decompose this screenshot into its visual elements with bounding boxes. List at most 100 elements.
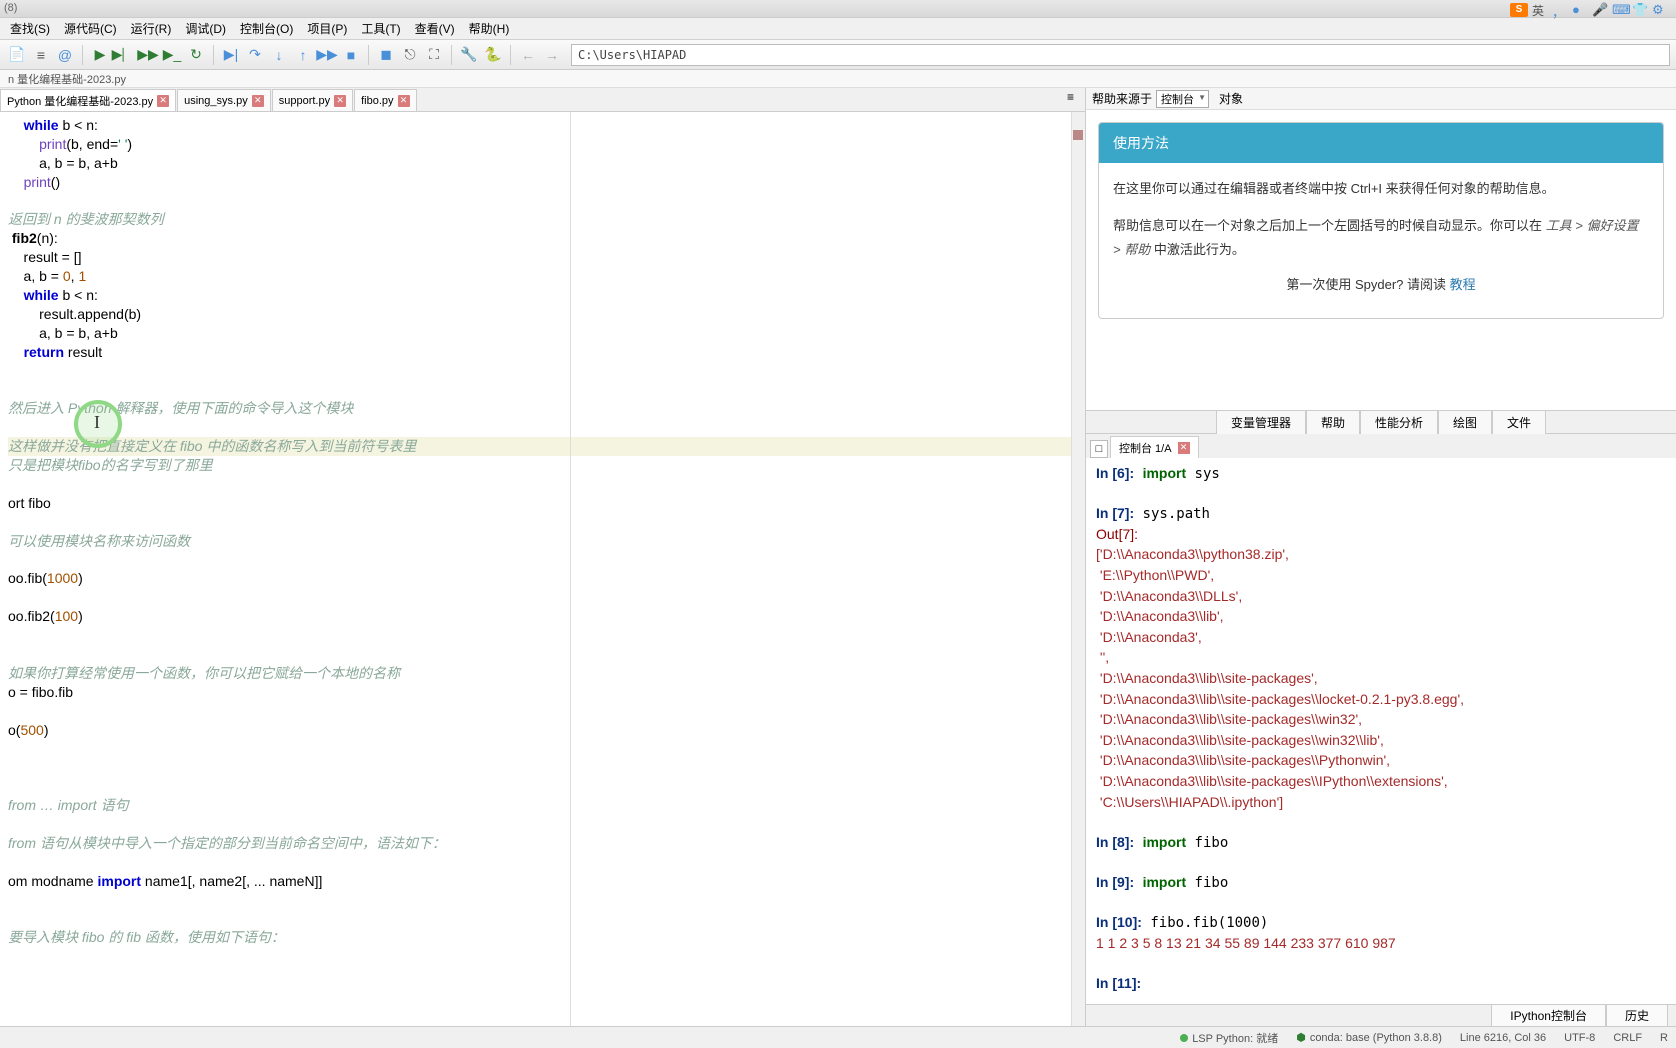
open-file-button[interactable]: ≡ xyxy=(30,44,52,66)
editor-tab[interactable]: support.py ✕ xyxy=(272,89,353,111)
tab-label: support.py xyxy=(279,95,330,107)
editor-scrollbar[interactable] xyxy=(1071,112,1085,1026)
working-dir-input[interactable] xyxy=(571,44,1670,66)
help-p2: 帮助信息可以在一个对象之后加上一个左圆括号的时候自动显示。你可以在 工具 > 偏… xyxy=(1113,214,1649,263)
help-pane: 使用方法 在这里你可以通过在编辑器或者终端中按 Ctrl+I 来获得任何对象的帮… xyxy=(1086,110,1676,410)
help-card-title: 使用方法 xyxy=(1099,123,1663,163)
code-ruler xyxy=(570,112,571,1026)
ime-punct-icon[interactable]: ， xyxy=(1552,2,1568,18)
step-into-button[interactable]: ↓ xyxy=(268,44,290,66)
sogou-ime-icon[interactable]: S xyxy=(1510,3,1528,17)
tab-label: fibo.py xyxy=(361,95,393,107)
run-selection-button[interactable]: ▶_ xyxy=(161,44,183,66)
tab-label: using_sys.py xyxy=(184,95,248,107)
stop-debug-button[interactable]: ■ xyxy=(340,44,362,66)
pane-tab[interactable]: 文件 xyxy=(1492,410,1546,434)
ime-lang-label[interactable]: 英 xyxy=(1532,2,1548,18)
ime-keyboard-icon[interactable]: ⌨ xyxy=(1612,2,1628,18)
status-bar: LSP Python: 就绪 ⬢conda: base (Python 3.8.… xyxy=(0,1026,1676,1048)
editor-tab[interactable]: using_sys.py ✕ xyxy=(177,89,271,111)
nav-back-button[interactable]: ← xyxy=(517,44,539,66)
pane-tab[interactable]: 绘图 xyxy=(1438,410,1492,434)
editor-tab[interactable]: fibo.py ✕ xyxy=(354,89,416,111)
status-eol: CRLF xyxy=(1613,1032,1642,1044)
tab-close-icon[interactable]: ✕ xyxy=(252,95,264,107)
console-tabs-row: □ 控制台 1/A ✕ xyxy=(1086,434,1676,458)
menu-item[interactable]: 控制台(O) xyxy=(234,18,299,39)
status-cursor-pos: Line 6216, Col 36 xyxy=(1460,1032,1546,1044)
tab-close-icon[interactable]: ✕ xyxy=(398,95,410,107)
menu-item[interactable]: 运行(R) xyxy=(125,18,178,39)
ime-toolbar: S 英 ， ● 🎤 ⌨ 👕 ⚙ xyxy=(1510,2,1668,18)
pythonpath-button[interactable]: 🐍 xyxy=(482,44,504,66)
menu-item[interactable]: 查找(S) xyxy=(4,18,56,39)
status-lsp: LSP Python: 就绪 xyxy=(1180,1030,1278,1046)
console-tab-close-icon[interactable]: ✕ xyxy=(1178,442,1190,454)
tab-close-icon[interactable]: ✕ xyxy=(334,95,346,107)
bottom-tab[interactable]: IPython控制台 xyxy=(1491,1004,1606,1026)
help-source-combo[interactable]: 控制台 xyxy=(1156,90,1209,108)
menu-item[interactable]: 调试(D) xyxy=(179,18,232,39)
help-source-label: 帮助来源于 xyxy=(1092,90,1152,107)
menu-item[interactable]: 查看(V) xyxy=(409,18,461,39)
bottom-tab[interactable]: 历史 xyxy=(1606,1004,1668,1026)
ime-skin-icon[interactable]: 👕 xyxy=(1632,2,1648,18)
console-tab-label: 控制台 1/A xyxy=(1119,440,1172,456)
title-bar: (8) S 英 ， ● 🎤 ⌨ 👕 ⚙ xyxy=(0,0,1676,18)
ime-user-icon[interactable]: ● xyxy=(1572,2,1588,18)
run-file-button[interactable]: ▶ xyxy=(89,44,111,66)
pane-tab[interactable]: 性能分析 xyxy=(1360,410,1438,434)
ime-mic-icon[interactable]: 🎤 xyxy=(1592,2,1608,18)
tutorial-link[interactable]: 教程 xyxy=(1450,277,1476,292)
text-cursor-icon: I xyxy=(94,410,100,434)
console-options-button[interactable]: □ xyxy=(1090,440,1108,458)
step-over-button[interactable]: ↷ xyxy=(244,44,266,66)
editor-panel: Python 量化编程基础-2023.py✕using_sys.py✕suppo… xyxy=(0,88,1086,1026)
new-file-button[interactable]: 📄 xyxy=(6,44,28,66)
help-card-content: 在这里你可以通过在编辑器或者终端中按 Ctrl+I 来获得任何对象的帮助信息。 … xyxy=(1099,163,1663,318)
console-bottom-tabs: IPython控制台历史 xyxy=(1086,1004,1676,1026)
help-header: 帮助来源于 控制台 对象 xyxy=(1086,88,1676,110)
status-perm: R xyxy=(1660,1032,1668,1044)
status-encoding: UTF-8 xyxy=(1564,1032,1595,1044)
nav-forward-button[interactable]: → xyxy=(541,44,563,66)
step-out-button[interactable]: ↑ xyxy=(292,44,314,66)
menu-item[interactable]: 源代码(C) xyxy=(58,18,123,39)
preferences-button[interactable]: 🔧 xyxy=(458,44,480,66)
tabs-overflow-icon[interactable]: ≡ xyxy=(1067,90,1083,106)
stop-button[interactable]: ◼ xyxy=(375,44,397,66)
run-cell-button[interactable]: ▶⎸ xyxy=(113,44,135,66)
breadcrumb: n 量化编程基础-2023.py xyxy=(0,70,1676,88)
right-panel: 帮助来源于 控制台 对象 使用方法 在这里你可以通过在编辑器或者终端中按 Ctr… xyxy=(1086,88,1676,1026)
menu-bar: 查找(S)源代码(C)运行(R)调试(D)控制台(O)项目(P)工具(T)查看(… xyxy=(0,18,1676,40)
title-left-text: (8) xyxy=(4,2,17,14)
ipython-console[interactable]: In [6]: import sys In [7]: sys.path Out[… xyxy=(1086,458,1676,1004)
save-button[interactable]: @ xyxy=(54,44,76,66)
pane-tab[interactable]: 帮助 xyxy=(1306,410,1360,434)
menu-item[interactable]: 工具(T) xyxy=(355,18,406,39)
exit-button[interactable]: ⎋ xyxy=(399,44,421,66)
status-conda[interactable]: ⬢conda: base (Python 3.8.8) xyxy=(1296,1031,1442,1044)
pane-tab[interactable]: 变量管理器 xyxy=(1216,410,1306,434)
lsp-status-led-icon xyxy=(1180,1034,1188,1042)
tab-label: Python 量化编程基础-2023.py xyxy=(7,93,153,109)
help-pane-tabs: 变量管理器帮助性能分析绘图文件 xyxy=(1086,410,1676,434)
editor-tabs-row: Python 量化编程基础-2023.py✕using_sys.py✕suppo… xyxy=(0,88,1085,112)
help-p1: 在这里你可以通过在编辑器或者终端中按 Ctrl+I 来获得任何对象的帮助信息。 xyxy=(1113,177,1649,202)
rerun-button[interactable]: ↻ xyxy=(185,44,207,66)
menu-item[interactable]: 帮助(H) xyxy=(463,18,516,39)
tab-close-icon[interactable]: ✕ xyxy=(157,95,169,107)
code-editor[interactable]: while b < n: print(b, end=' ') a, b = b,… xyxy=(0,112,1085,1026)
help-footer: 第一次使用 Spyder? 请阅读 教程 xyxy=(1113,263,1649,304)
file-path-label: n 量化编程基础-2023.py xyxy=(8,71,126,87)
continue-button[interactable]: ▶▶ xyxy=(316,44,338,66)
console-tab-1a[interactable]: 控制台 1/A ✕ xyxy=(1110,436,1199,458)
menu-item[interactable]: 项目(P) xyxy=(301,18,353,39)
help-object-label: 对象 xyxy=(1219,90,1243,107)
maximize-button[interactable]: ⛶ xyxy=(423,44,445,66)
conda-icon: ⬢ xyxy=(1296,1031,1306,1044)
ime-tool-icon[interactable]: ⚙ xyxy=(1652,2,1668,18)
run-cell-advance-button[interactable]: ▶▶ xyxy=(137,44,159,66)
debug-button[interactable]: ▶| xyxy=(220,44,242,66)
editor-tab[interactable]: Python 量化编程基础-2023.py ✕ xyxy=(0,89,176,111)
